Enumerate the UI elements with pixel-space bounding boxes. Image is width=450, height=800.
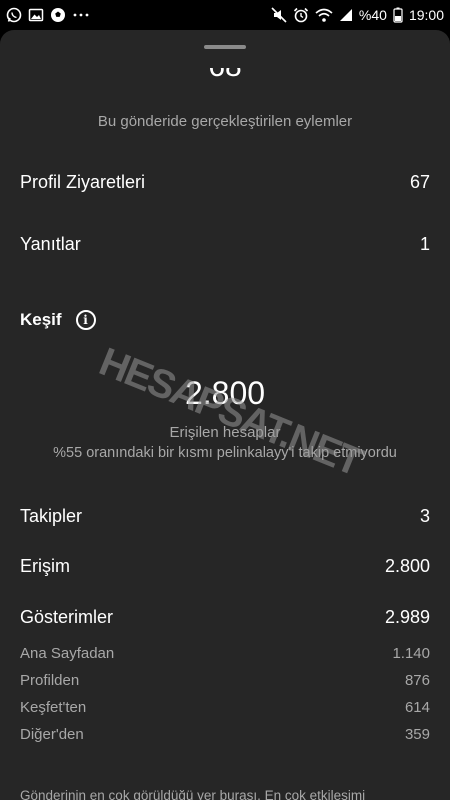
wifi-icon (315, 8, 333, 22)
actions-total-value: 68 (208, 68, 241, 84)
metric-value: 2.989 (384, 607, 430, 627)
source-label: Ana Sayfadan (20, 645, 115, 662)
action-value: 67 (409, 172, 430, 192)
impression-source-row: Keşfet'ten 614 (20, 699, 430, 716)
source-label: Keşfet'ten (20, 699, 87, 716)
mute-icon (271, 7, 287, 23)
soccer-ball-icon (51, 8, 65, 22)
metric-row-impressions: Gösterimler 2.989 (20, 607, 430, 628)
source-value: 359 (404, 726, 430, 743)
action-label: Yanıtlar (20, 234, 81, 254)
source-value: 614 (404, 699, 430, 716)
metric-row-reach: Erişim 2.800 (20, 556, 430, 577)
metric-value: 2.800 (384, 556, 430, 576)
status-right: %40 19:00 (271, 7, 444, 23)
clock: 19:00 (408, 7, 444, 23)
actions-subtitle: Bu gönderide gerçekleştirilen eylemler (97, 113, 353, 130)
source-label: Diğer'den (20, 726, 84, 743)
actions-total: 68 (0, 68, 450, 94)
discovery-header: Keşif i (20, 310, 96, 330)
impression-source-row: Diğer'den 359 (20, 726, 430, 743)
action-row-replies: Yanıtlar 1 (20, 234, 430, 255)
metric-value: 3 (419, 506, 430, 526)
status-bar: %40 19:00 (0, 0, 450, 30)
source-value: 1.140 (392, 645, 430, 662)
source-value: 876 (404, 672, 430, 689)
signal-icon (339, 9, 352, 21)
action-label: Profil Ziyaretleri (20, 172, 146, 192)
alarm-icon (293, 7, 308, 23)
metric-label: Erişim (20, 556, 70, 576)
whatsapp-icon (6, 7, 22, 23)
source-label: Profilden (20, 672, 80, 689)
image-icon (28, 8, 44, 22)
metric-row-follows: Takipler 3 (20, 506, 430, 527)
impression-source-row: Ana Sayfadan 1.140 (20, 645, 430, 662)
metric-label: Takipler (20, 506, 83, 526)
status-left (6, 7, 90, 23)
metric-label: Gösterimler (20, 607, 114, 627)
drag-handle[interactable] (204, 45, 246, 49)
battery-percent: %40 (358, 7, 387, 23)
action-value: 1 (419, 234, 430, 254)
footer-text: Gönderinin en çok görüldüğü yer burası. … (20, 788, 366, 800)
impression-source-row: Profilden 876 (20, 672, 430, 689)
action-row-profile-visits: Profil Ziyaretleri 67 (20, 172, 430, 193)
more-icon (73, 13, 89, 17)
battery-icon (393, 7, 403, 23)
discovery-title: Keşif (20, 310, 62, 329)
